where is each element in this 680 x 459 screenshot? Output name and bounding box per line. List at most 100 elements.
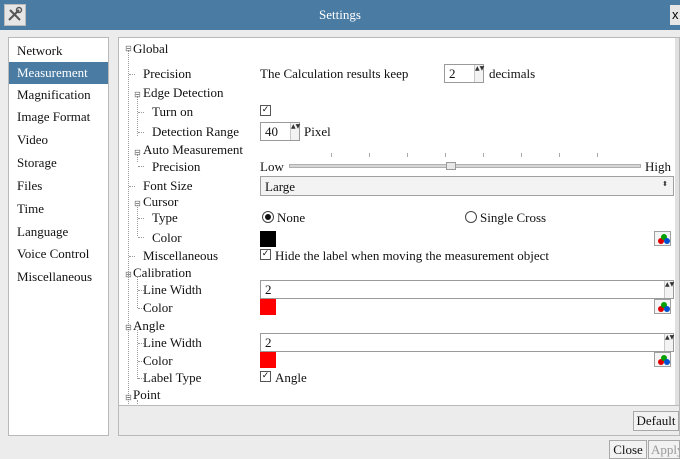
font-size-dropdown[interactable]: Large ⬍ xyxy=(260,176,674,196)
window-title: Settings xyxy=(319,7,361,22)
slider-tick xyxy=(559,153,560,157)
collapse-cursor-icon[interactable]: ⊟ xyxy=(134,200,141,208)
collapse-calibration-icon[interactable]: ⊟ xyxy=(125,271,132,279)
slider-tick xyxy=(597,153,598,157)
decimals-value: 2 xyxy=(449,66,456,81)
group-edge-detection: Edge Detection xyxy=(143,85,224,100)
tree-branch xyxy=(138,132,144,133)
miscellaneous-label: Miscellaneous xyxy=(143,248,219,263)
tree-guide-line xyxy=(137,205,138,236)
slider-tick xyxy=(331,153,332,157)
angle-color-label: Color xyxy=(143,353,173,368)
slider-tick xyxy=(407,153,408,157)
label-type-angle-checkbox[interactable]: ✓ xyxy=(260,371,271,382)
slider-low-label: Low xyxy=(260,159,284,174)
decimals-suffix-text: decimals xyxy=(489,66,536,81)
tree-scrollbar[interactable] xyxy=(675,38,679,405)
measurement-settings-panel: ⊟ Global Precision The Calculation resul… xyxy=(118,37,680,436)
auto-precision-slider-handle[interactable] xyxy=(445,162,456,170)
settings-tree: ⊟ Global Precision The Calculation resul… xyxy=(119,38,679,406)
calibration-color-swatch[interactable] xyxy=(260,299,276,315)
tree-branch xyxy=(138,218,144,219)
default-button[interactable]: Default xyxy=(633,411,679,431)
angle-line-width-value: 2 xyxy=(265,335,272,350)
cursor-color-swatch[interactable] xyxy=(260,231,276,247)
stepper-arrows-icon[interactable]: ▲▼ xyxy=(664,281,674,298)
collapse-auto-measurement-icon[interactable]: ⊟ xyxy=(134,149,141,157)
cursor-type-label: Type xyxy=(152,210,178,225)
calibration-line-width-stepper[interactable]: 2 ▲▼ xyxy=(260,280,674,299)
turn-on-checkbox[interactable]: ✓ xyxy=(260,105,271,116)
calibration-line-width-value: 2 xyxy=(265,282,272,297)
detection-range-value: 40 xyxy=(265,124,278,139)
detection-range-label: Detection Range xyxy=(152,124,239,139)
cursor-color-picker-button[interactable] xyxy=(654,231,671,246)
group-cursor: Cursor xyxy=(143,194,179,209)
hide-label-checkbox[interactable]: ✓ xyxy=(260,249,271,260)
cursor-type-none-radio[interactable] xyxy=(262,211,274,223)
tree-branch xyxy=(129,74,135,75)
calibration-line-width-label: Line Width xyxy=(143,282,202,297)
sidebar-item-time[interactable]: Time xyxy=(9,198,108,220)
chevron-updown-icon: ⬍ xyxy=(662,180,668,188)
cursor-type-single-cross-radio[interactable] xyxy=(465,211,477,223)
tree-branch xyxy=(138,237,144,238)
hide-label-option-text: Hide the label when moving the measureme… xyxy=(275,248,549,263)
window-close-button[interactable]: x xyxy=(670,5,680,25)
collapse-point-icon[interactable]: ⊟ xyxy=(125,394,132,402)
font-size-label: Font Size xyxy=(143,178,193,193)
sidebar-item-network[interactable]: Network xyxy=(9,40,108,62)
cursor-type-single-cross-label: Single Cross xyxy=(480,210,547,225)
tree-guide-line xyxy=(137,277,138,308)
sidebar-item-storage[interactable]: Storage xyxy=(9,152,108,174)
group-point: Point xyxy=(133,387,161,402)
calibration-color-label: Color xyxy=(143,300,173,315)
tree-guide-line xyxy=(137,96,138,136)
detection-range-stepper[interactable]: 40 ▲▼ xyxy=(260,122,300,141)
group-global: Global xyxy=(133,41,169,56)
angle-color-picker-button[interactable] xyxy=(654,352,671,367)
sidebar-item-magnification[interactable]: Magnification xyxy=(9,84,108,106)
stepper-arrows-icon[interactable]: ▲▼ xyxy=(474,65,484,82)
precision-label: Precision xyxy=(143,66,192,81)
sidebar-item-video[interactable]: Video xyxy=(9,129,108,151)
stepper-arrows-icon[interactable]: ▲▼ xyxy=(664,334,674,351)
tree-branch xyxy=(138,112,144,113)
tree-guide-line xyxy=(128,50,129,405)
slider-tick xyxy=(445,153,446,157)
settings-category-list: Network Measurement Magnification Image … xyxy=(8,37,109,436)
sidebar-item-miscellaneous[interactable]: Miscellaneous xyxy=(9,266,108,288)
stepper-arrows-icon[interactable]: ▲▼ xyxy=(290,123,300,140)
sidebar-item-voice-control[interactable]: Voice Control xyxy=(9,243,108,265)
slider-high-label: High xyxy=(645,159,671,174)
tree-branch xyxy=(138,166,144,167)
auto-precision-slider[interactable] xyxy=(289,164,641,168)
calibration-color-picker-button[interactable] xyxy=(654,299,671,314)
label-type-angle-text: Angle xyxy=(275,370,307,385)
angle-line-width-label: Line Width xyxy=(143,335,202,350)
cursor-color-label: Color xyxy=(152,230,182,245)
close-button[interactable]: Close xyxy=(609,440,647,459)
collapse-angle-icon[interactable]: ⊟ xyxy=(125,324,132,332)
group-angle: Angle xyxy=(133,318,165,333)
detection-range-unit: Pixel xyxy=(304,124,331,139)
sidebar-item-files[interactable]: Files xyxy=(9,175,108,197)
angle-line-width-stepper[interactable]: 2 ▲▼ xyxy=(260,333,674,352)
apply-button[interactable]: Apply xyxy=(648,440,680,459)
sidebar-item-image-format[interactable]: Image Format xyxy=(9,106,108,128)
sidebar-item-measurement[interactable]: Measurement xyxy=(9,62,108,84)
title-bar: Settings x xyxy=(0,0,680,30)
group-auto-measurement: Auto Measurement xyxy=(143,142,244,157)
tree-branch xyxy=(129,256,135,257)
font-size-value: Large xyxy=(265,179,296,194)
collapse-global-icon[interactable]: ⊟ xyxy=(125,45,132,53)
label-type-label: Label Type xyxy=(143,370,202,385)
decimals-stepper[interactable]: 2 ▲▼ xyxy=(444,64,484,83)
slider-tick xyxy=(369,153,370,157)
angle-color-swatch[interactable] xyxy=(260,352,276,368)
collapse-edge-detection-icon[interactable]: ⊟ xyxy=(134,91,141,99)
sidebar-item-language[interactable]: Language xyxy=(9,221,108,243)
group-calibration: Calibration xyxy=(133,265,192,280)
tree-branch xyxy=(129,186,135,187)
slider-tick xyxy=(483,153,484,157)
